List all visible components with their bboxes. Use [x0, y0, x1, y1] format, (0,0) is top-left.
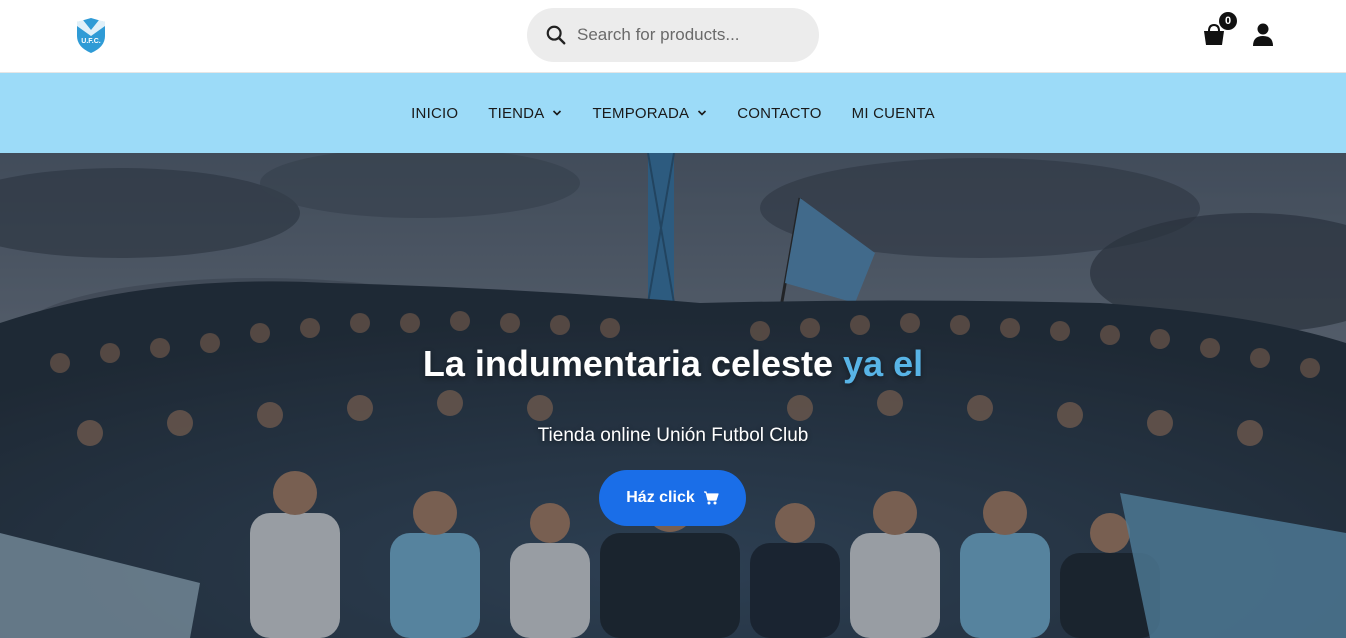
nav-item-inicio[interactable]: INICIO — [411, 105, 458, 122]
search-bar[interactable] — [527, 8, 819, 62]
nav-item-mi-cuenta[interactable]: MI CUENTA — [852, 105, 935, 122]
search-icon[interactable] — [545, 24, 567, 46]
chevron-down-icon — [698, 110, 707, 116]
nav-item-label: MI CUENTA — [851, 104, 935, 122]
nav-item-temporada[interactable]: TEMPORADA — [592, 105, 707, 122]
nav-item-label: TIENDA — [488, 104, 545, 122]
hero-title: La indumentaria celeste ya el — [0, 343, 1346, 385]
cart-count-badge: 0 — [1219, 12, 1237, 30]
nav-item-label: INICIO — [411, 104, 459, 122]
nav-item-contacto[interactable]: CONTACTO — [737, 105, 821, 122]
hero-subtitle: Tienda online Unión Futbol Club — [537, 425, 809, 446]
hero-banner: La indumentaria celeste ya el Tienda onl… — [0, 153, 1346, 638]
cart-icon — [703, 491, 719, 505]
nav-item-label: CONTACTO — [737, 104, 822, 122]
hero-title-accent: ya el — [843, 343, 924, 384]
hero-overlay — [0, 153, 1346, 638]
site-header: U.F.C. 0 — [0, 0, 1346, 73]
svg-text:U.F.C.: U.F.C. — [81, 38, 101, 45]
main-navigation: INICIO TIENDA TEMPORADA CONTACTO MI CUEN… — [0, 73, 1346, 153]
nav-item-tienda[interactable]: TIENDA — [488, 105, 562, 122]
search-input[interactable] — [577, 25, 797, 45]
club-logo[interactable]: U.F.C. — [72, 16, 110, 54]
hero-title-main: La indumentaria celeste — [422, 343, 834, 384]
hero-cta-label: Ház click — [626, 489, 695, 506]
chevron-down-icon — [553, 110, 562, 116]
nav-item-label: TEMPORADA — [592, 104, 690, 122]
user-account-icon[interactable] — [1252, 23, 1274, 46]
hero-cta-button[interactable]: Ház click — [599, 470, 746, 526]
